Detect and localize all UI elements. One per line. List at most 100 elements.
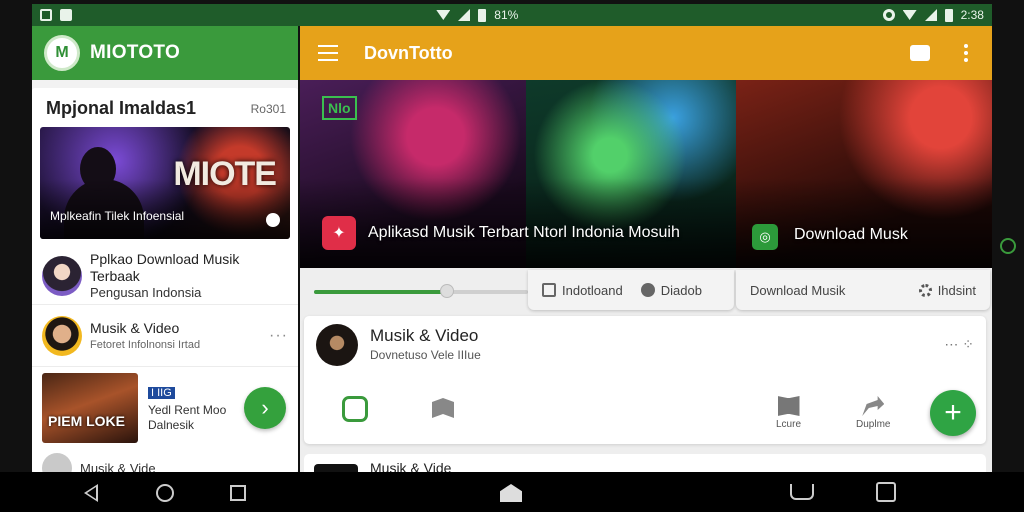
featured-brand-text: MIOTE [173,155,277,193]
left-content-card: Mpjonal Imaldas1 Ro301 MIOTE Mplkeafin T… [32,88,298,472]
file-icon [60,9,72,21]
banner-carousel[interactable]: Nlo ✦ ◎ Download Musk Aplikasd Musik Ter… [300,80,992,268]
wifi-icon [436,10,451,20]
list-item-subtitle: Pengusan Indonsia [90,284,202,300]
house-icon[interactable] [500,484,522,502]
promo-thumbnail: PIEM LOKE [42,373,138,443]
action-library[interactable] [432,398,454,418]
device-screen: 81% 2:38 M MIOTOTO Mpjonal Imaldas1 Ro30… [0,0,1024,512]
featured-caption: Mplkeafin Tilek Infoensial [50,209,185,223]
slider-fill [314,290,447,294]
promo-thumb-text: PIEM LOKE [48,413,126,429]
right-app-title: DovnTotto [364,42,453,63]
system-nav-bar [0,472,1024,512]
left-app-title: MIOTOTO [90,42,181,63]
undo-icon[interactable] [790,484,814,500]
action-home[interactable] [342,396,368,422]
avatar [42,315,82,356]
app-icon: ✦ [322,216,356,250]
list-item-text: Musik & Video Fetoret Infolnonsi Irtad [90,320,261,351]
right-app-bar: DovnTotto [300,26,992,80]
media-card-title: Musik & Video [370,326,479,345]
media-card-title: Musik & Vide [370,460,452,472]
shield-icon [640,283,655,297]
chip-settings[interactable]: Ihdsint [918,282,976,298]
action-lecture[interactable]: Lcure [776,396,801,430]
app-logo[interactable]: M [44,35,80,71]
list-item-title: Pplkao Download Musik Terbaak [90,250,240,284]
list-item-text: Pplkao Download Musik Terbaak Pengusan I… [90,251,288,301]
gear-icon [918,283,932,297]
action-tray-2: Download Musik Ihdsint [736,270,990,310]
banner-shade [736,178,992,268]
action-tray-1: Indotloand Diadob [528,270,734,310]
signal-icon [458,9,471,21]
rotate-screen-icon[interactable] [876,482,896,502]
battery-icon [478,8,487,22]
banner-text-1: Aplikasd Musik Terbart Ntorl Indonia Mos… [368,224,680,241]
promo-tag: I IIG [148,387,175,399]
list-item[interactable]: Musik & Video Fetoret Infolnonsi Irtad ·… [32,305,298,367]
media-card-partial[interactable]: Musik & Vide [304,454,986,472]
chip-download[interactable]: Indotloand [542,283,623,298]
chip-label: Diadob [660,282,702,298]
section-count: Ro301 [250,101,286,116]
list-item[interactable]: Pplkao Download Musik Terbaak Pengusan I… [32,247,298,305]
battery-text: 81% [494,8,519,22]
add-button[interactable]: + [930,390,976,436]
media-card-icons[interactable]: ⋯ ⁘ [944,336,974,353]
avatar [42,453,72,472]
wifi-icon-right [902,10,917,20]
chip-label: Ihdsint [937,282,976,298]
list-item-title: Musik & Vide [80,460,156,473]
media-card-subtitle: Dovnetuso Vele IIIue [370,348,481,362]
status-right: 2:38 [882,8,984,22]
battery-icon-right [944,8,953,22]
left-app-bar: M MIOTOTO [32,26,298,80]
list-item[interactable]: Musik & Vide [32,449,298,472]
clock: 2:38 [960,8,984,22]
left-panel: M MIOTOTO Mpjonal Imaldas1 Ro301 MIOTE M… [32,26,298,472]
banner-slide-3[interactable]: ◎ Download Musk [736,80,992,268]
recents-icon[interactable] [230,485,246,501]
sync-icon [882,9,895,21]
banner-text-3: Download Musk [794,226,908,243]
progress-slider[interactable] [314,284,528,298]
avatar [42,255,82,296]
badge-icon [266,213,280,227]
promo-item[interactable]: PIEM LOKE I IIG Yedl Rent Moo Dalnesik › [32,367,298,449]
status-middle: 81% [436,8,518,22]
list-item-subtitle: Fetoret Infolnonsi Irtad [90,339,201,351]
next-button[interactable]: › [244,387,286,429]
cast-icon[interactable] [910,45,930,61]
chip-badge[interactable]: Diadob [640,282,702,298]
action-label: Duplme [856,419,891,430]
back-icon[interactable] [84,484,98,502]
book-icon [777,396,800,416]
overflow-menu-icon[interactable] [964,44,968,62]
home-icon [342,396,368,422]
list-item-title: Musik & Video [90,320,180,336]
home-circle-icon[interactable] [156,484,174,502]
signal-icon-right [924,9,937,21]
thumbnail [314,464,358,472]
banner-logo: Nlo [322,96,357,120]
download-link[interactable]: Download Musik [750,283,845,298]
section-title: Mpjonal Imaldas1 [46,98,197,118]
right-panel: DovnTotto Nlo ✦ ◎ Download Musk Aplikasd… [300,26,992,472]
media-card-actions: Lcure Duplme [304,384,986,444]
status-left [40,9,72,21]
menu-icon[interactable] [318,45,338,61]
status-bar: 81% 2:38 [32,4,992,26]
section-header: Mpjonal Imaldas1 Ro301 [32,88,298,125]
banner-shade [526,178,736,268]
action-share[interactable]: Duplme [856,396,890,430]
slider-thumb[interactable] [439,284,454,298]
more-options-icon[interactable]: ··· [269,327,288,345]
featured-banner[interactable]: MIOTE Mplkeafin Tilek Infoensial [40,127,290,239]
chat-bubble-icon[interactable] [1000,238,1016,254]
image-icon [542,283,556,297]
library-icon [432,398,454,418]
media-card[interactable]: Musik & Video Dovnetuso Vele IIIue ⋯ ⁘ L… [304,316,986,444]
chip-label: Indotloand [562,282,623,298]
